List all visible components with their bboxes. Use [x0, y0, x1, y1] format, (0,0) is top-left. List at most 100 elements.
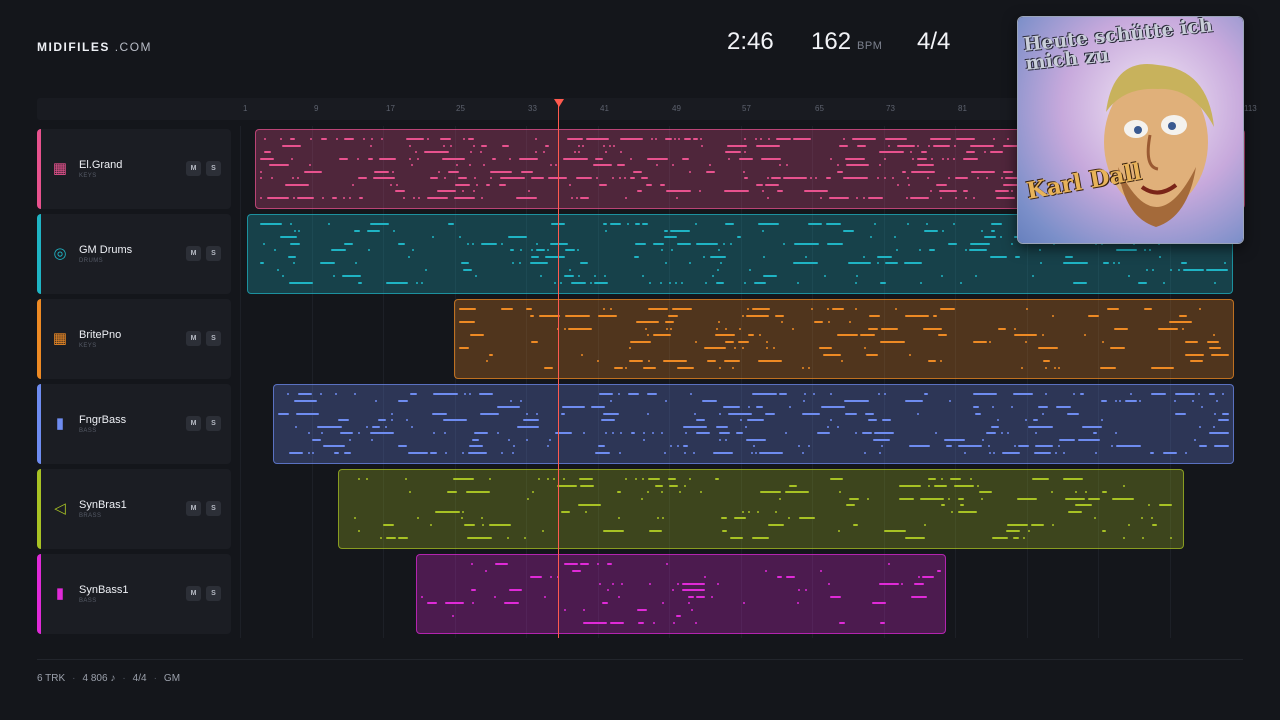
midi-note — [479, 393, 493, 395]
solo-button[interactable]: S — [206, 161, 221, 176]
midi-note — [982, 438, 984, 441]
midi-note — [1159, 504, 1172, 506]
piano-icon: ▦ — [52, 330, 68, 347]
midi-note — [599, 582, 601, 585]
midi-note — [540, 275, 542, 277]
mute-button[interactable]: M — [186, 331, 201, 346]
midi-note — [1111, 445, 1113, 447]
midi-note — [542, 530, 544, 532]
midi-note — [1125, 399, 1137, 402]
midi-note — [535, 151, 537, 153]
midi-note — [1110, 347, 1125, 349]
midi-note — [605, 432, 607, 434]
midi-note — [610, 621, 624, 624]
mute-button[interactable]: M — [186, 501, 201, 516]
midi-note — [344, 242, 353, 245]
midi-note — [827, 425, 829, 428]
midi-note — [715, 478, 719, 480]
midi-note — [603, 223, 607, 225]
mute-button[interactable]: M — [186, 416, 201, 431]
mute-button[interactable]: M — [186, 161, 201, 176]
midi-note — [390, 183, 392, 186]
midi-note — [1003, 170, 1013, 173]
track-header[interactable]: ◁ SynBras1 BRASS M S — [37, 469, 231, 549]
playhead[interactable] — [558, 100, 559, 638]
midi-note — [948, 177, 950, 179]
midi-note — [430, 451, 437, 454]
midi-note — [649, 281, 651, 284]
midi-note — [614, 366, 623, 369]
midi-note — [864, 347, 866, 349]
midi-note — [872, 602, 886, 604]
midi-note — [617, 164, 625, 166]
track-header[interactable]: ◎ GM Drums DRUMS M S — [37, 214, 231, 294]
track-header[interactable]: ▦ El.Grand KEYS M S — [37, 129, 231, 209]
midi-note — [304, 170, 322, 173]
midi-standard: GM — [163, 673, 181, 684]
solo-button[interactable]: S — [206, 331, 221, 346]
midi-note — [508, 236, 527, 238]
midi-clip[interactable] — [273, 384, 1234, 464]
midi-clip[interactable] — [416, 554, 946, 634]
midi-note — [760, 138, 762, 140]
track-header[interactable]: ▦ BritePno KEYS M S — [37, 299, 231, 379]
brand-logo[interactable]: MIDIFILES .COM — [37, 40, 152, 54]
midi-note — [695, 223, 697, 225]
midi-note — [977, 177, 979, 179]
midi-note — [580, 484, 594, 487]
track-header[interactable]: ▮ SynBass1 BASS M S — [37, 554, 231, 634]
midi-note — [490, 170, 512, 173]
midi-clip[interactable] — [338, 469, 1184, 549]
midi-note — [645, 327, 647, 330]
midi-note — [877, 255, 892, 258]
solo-button[interactable]: S — [206, 586, 221, 601]
midi-note — [689, 170, 691, 173]
ruler-tick: 65 — [815, 104, 824, 113]
midi-note — [495, 563, 508, 565]
midi-note — [480, 412, 499, 415]
midi-note — [450, 144, 452, 147]
midi-note — [956, 138, 975, 140]
mute-button[interactable]: M — [186, 246, 201, 261]
midi-note — [1068, 510, 1082, 513]
midi-note — [700, 138, 702, 140]
midi-note — [464, 393, 466, 395]
playhead-marker[interactable] — [554, 99, 564, 107]
solo-button[interactable]: S — [206, 501, 221, 516]
midi-note — [340, 432, 353, 434]
midi-note — [358, 281, 362, 284]
midi-note — [374, 170, 389, 173]
solo-button[interactable]: S — [206, 246, 221, 261]
midi-note — [462, 510, 464, 513]
midi-note — [432, 236, 434, 238]
midi-note — [564, 608, 566, 611]
midi-note — [263, 242, 265, 245]
midi-note — [905, 399, 923, 402]
midi-note — [476, 183, 478, 186]
midi-note — [483, 164, 485, 166]
midi-note — [352, 183, 354, 186]
midi-clip[interactable] — [454, 299, 1234, 379]
midi-note — [1209, 347, 1221, 349]
midi-note — [363, 138, 365, 140]
mute-button[interactable]: M — [186, 586, 201, 601]
midi-note — [1170, 268, 1172, 271]
midi-note — [1051, 491, 1053, 493]
midi-note — [837, 170, 843, 173]
midi-note — [631, 432, 635, 434]
midi-note — [508, 438, 510, 441]
midi-note — [409, 491, 411, 493]
midi-note — [677, 582, 679, 585]
midi-note — [884, 177, 886, 179]
midi-note — [954, 144, 956, 147]
track-header[interactable]: ▮ FngrBass BASS M S — [37, 384, 231, 464]
midi-note — [1075, 504, 1092, 506]
midi-note — [430, 523, 432, 526]
midi-note — [924, 523, 926, 526]
midi-note — [849, 497, 859, 500]
midi-note — [500, 177, 525, 179]
midi-note — [767, 177, 769, 179]
midi-note — [683, 425, 707, 428]
solo-button[interactable]: S — [206, 416, 221, 431]
midi-note — [789, 406, 791, 408]
